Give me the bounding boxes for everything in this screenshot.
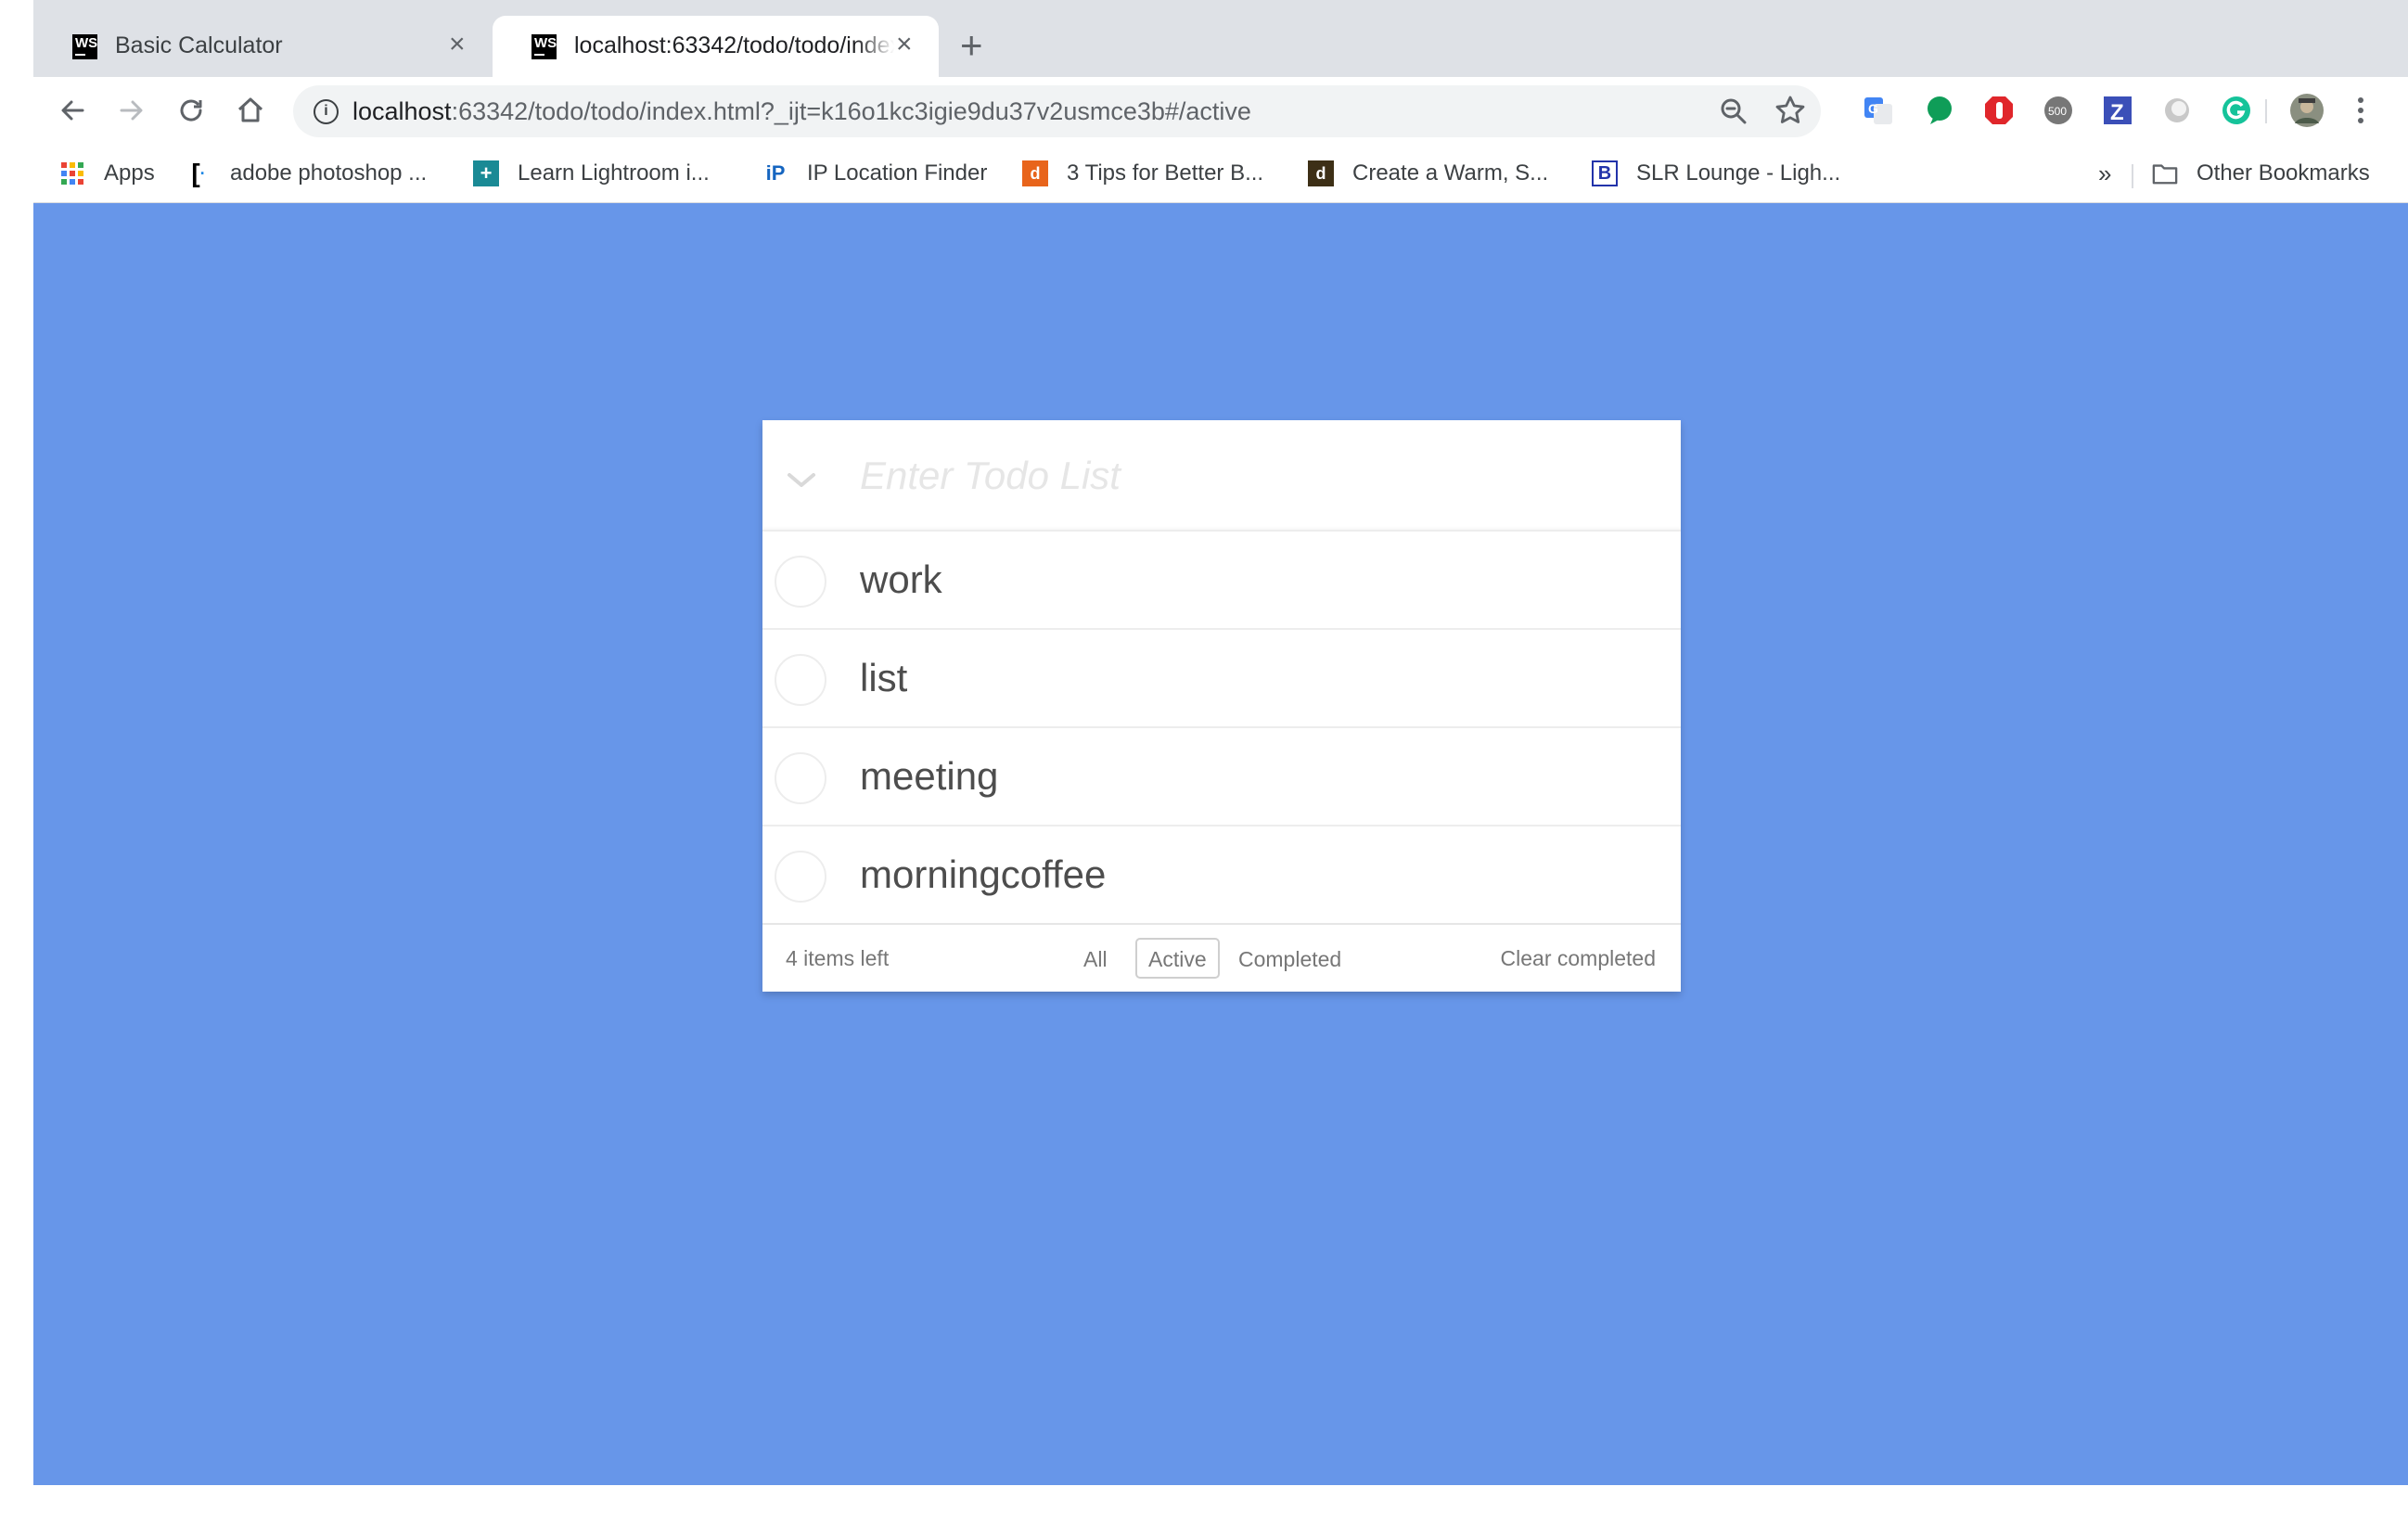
new-tab-plus-icon[interactable]: + (960, 26, 983, 65)
bookmark-label: IP Location Finder (807, 160, 988, 186)
kebab-menu-icon[interactable] (2343, 93, 2378, 128)
bookmark-ip-location-finder[interactable]: iP IP Location Finder (762, 157, 988, 190)
google-translate-icon[interactable]: G (1861, 93, 1896, 128)
bookmark-label: Learn Lightroom i... (518, 160, 710, 186)
bookmark-label: 3 Tips for Better B... (1067, 160, 1264, 186)
todo-item[interactable]: list (762, 630, 1681, 728)
todo-item[interactable]: meeting (762, 728, 1681, 827)
chat-bubble-extension-icon[interactable] (1922, 93, 1957, 128)
url-text[interactable]: localhost:63342/todo/todo/index.html?_ij… (352, 97, 1251, 126)
other-bookmarks-label: Other Bookmarks (2197, 160, 2370, 186)
browser-window: WS Basic Calculator × WS localhost:63342… (33, 0, 2408, 1485)
filter-active[interactable]: Active (1135, 938, 1220, 979)
todo-checkbox[interactable] (775, 654, 826, 706)
webstorm-favicon-icon: WS (72, 34, 97, 59)
back-arrow-icon[interactable] (52, 90, 93, 131)
browser-toolbar: i localhost:63342/todo/todo/index.html?_… (33, 77, 2408, 146)
todo-footer: 4 items left All Active Completed Clear … (762, 925, 1681, 992)
ip-icon: iP (765, 161, 786, 185)
bookmark-apps[interactable]: Apps (59, 157, 155, 190)
bookmark-learn-lightroom[interactable]: + Learn Lightroom i... (473, 157, 710, 190)
todo-item[interactable]: morningcoffee (762, 827, 1681, 925)
todo-item[interactable]: work (762, 532, 1681, 630)
todo-header (762, 420, 1681, 532)
address-bar[interactable]: i localhost:63342/todo/todo/index.html?_… (293, 85, 1821, 137)
bookmark-label: SLR Lounge - Ligh... (1636, 160, 1841, 186)
svg-text:G: G (1868, 101, 1878, 116)
close-icon[interactable]: × (896, 31, 913, 58)
adblock-hand-icon[interactable] (1981, 93, 2017, 128)
todo-item-label[interactable]: list (860, 656, 907, 700)
grammarly-icon[interactable] (2219, 93, 2254, 128)
home-icon[interactable] (230, 90, 271, 131)
filter-completed[interactable]: Completed (1225, 938, 1354, 979)
new-todo-input[interactable] (860, 420, 1658, 532)
todo-item-label[interactable]: meeting (860, 754, 998, 799)
tab-strip: WS Basic Calculator × WS localhost:63342… (33, 0, 2408, 77)
apps-grid-icon (59, 160, 85, 186)
zoom-out-icon[interactable] (1719, 96, 1748, 131)
dr-icon: d (1022, 160, 1048, 186)
page-content: work list meeting morningcoffee 4 items … (33, 203, 2408, 1485)
todo-checkbox[interactable] (775, 752, 826, 804)
bookmark-label: Apps (104, 160, 155, 186)
filter-all[interactable]: All (1070, 938, 1121, 979)
bookmarks-bar: Apps [· adobe photoshop ... + Learn Ligh… (33, 146, 2408, 203)
ds-icon: d (1308, 160, 1334, 186)
bracket-icon: [· (191, 159, 206, 187)
todo-checkbox[interactable] (775, 851, 826, 903)
todo-item-label[interactable]: work (860, 557, 942, 602)
bookmark-label: adobe photoshop ... (230, 160, 428, 186)
toggle-all-chevron-down-icon[interactable] (781, 459, 822, 500)
bookmark-star-icon[interactable] (1774, 95, 1806, 131)
svg-text:500: 500 (2048, 105, 2067, 118)
todo-app-card: work list meeting morningcoffee 4 items … (762, 420, 1681, 992)
forward-arrow-icon[interactable] (111, 90, 152, 131)
bookmarks-divider (2132, 164, 2133, 188)
plus-cross-icon: + (473, 160, 499, 186)
tab-title: localhost:63342/todo/todo/index.html (574, 32, 894, 58)
bookmark-adobe-photoshop[interactable]: [· adobe photoshop ... (186, 157, 427, 190)
items-left-count: 4 items left (786, 946, 890, 970)
info-icon[interactable]: i (314, 99, 339, 124)
profile-avatar-icon[interactable] (2289, 93, 2325, 128)
toolbar-divider (2265, 99, 2267, 123)
todo-item-label[interactable]: morningcoffee (860, 852, 1106, 897)
webstorm-favicon-icon: WS (532, 34, 557, 59)
close-icon[interactable]: × (449, 31, 466, 58)
reload-icon[interactable] (171, 90, 211, 131)
bookmark-label: Create a Warm, S... (1352, 160, 1549, 186)
grey-circle-extension-icon[interactable] (2159, 93, 2195, 128)
bookmark-3-tips[interactable]: d 3 Tips for Better B... (1022, 157, 1263, 190)
clear-completed-button[interactable]: Clear completed (1501, 946, 1656, 971)
todo-checkbox[interactable] (775, 556, 826, 608)
b-icon: B (1592, 160, 1618, 186)
500px-extension-icon[interactable]: 500 (2041, 93, 2076, 128)
svg-text:Z: Z (2110, 100, 2124, 125)
url-path: :63342/todo/todo/index.html?_ijt=k16o1kc… (451, 97, 1251, 125)
z-extension-icon[interactable]: Z (2100, 93, 2135, 128)
bookmarks-overflow-chevron-icon[interactable]: » (2098, 157, 2111, 190)
bookmark-slr-lounge[interactable]: B SLR Lounge - Ligh... (1592, 157, 1840, 190)
tab-basic-calculator[interactable]: WS Basic Calculator × (33, 16, 493, 77)
tab-title: Basic Calculator (115, 32, 283, 58)
folder-icon (2152, 160, 2178, 186)
bookmark-create-a-warm[interactable]: d Create a Warm, S... (1308, 157, 1548, 190)
other-bookmarks[interactable]: Other Bookmarks (2152, 157, 2370, 190)
tab-localhost-todo[interactable]: WS localhost:63342/todo/todo/index.html … (493, 16, 939, 77)
todo-list: work list meeting morningcoffee (762, 532, 1681, 925)
url-host: localhost (352, 97, 452, 125)
